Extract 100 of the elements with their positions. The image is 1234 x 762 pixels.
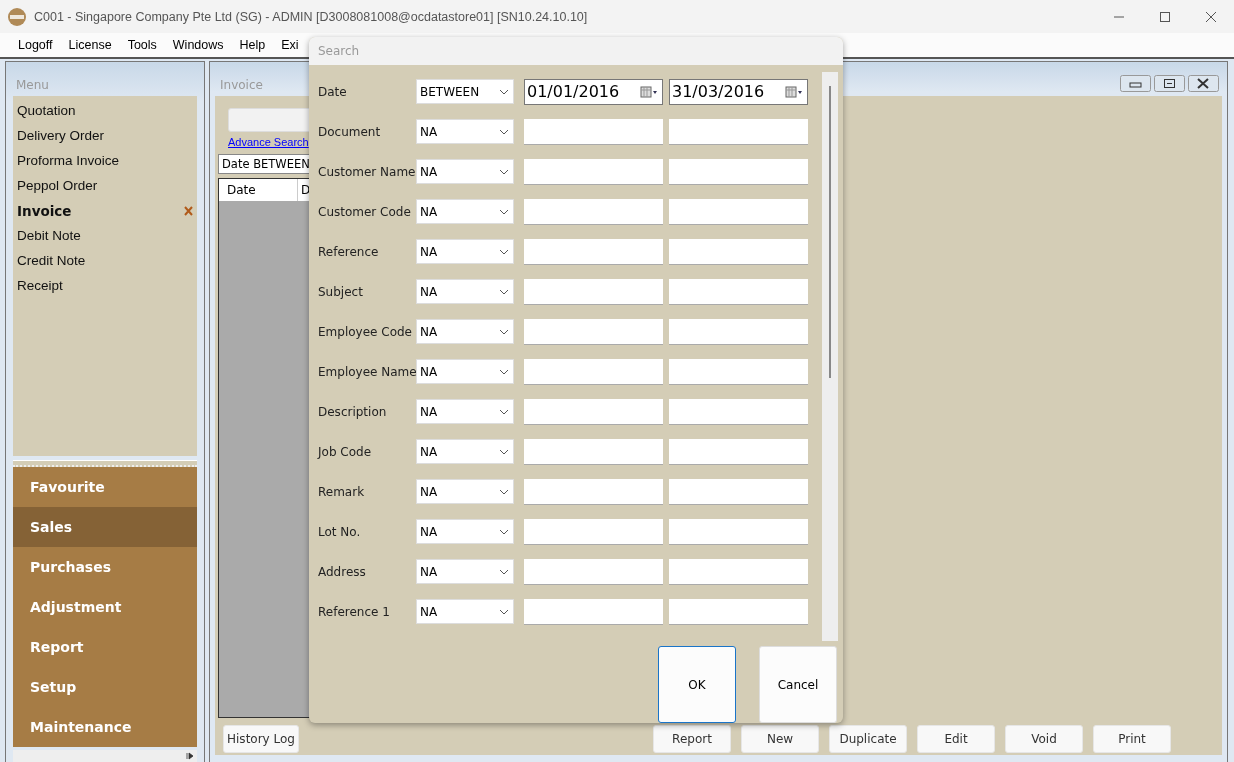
action-button[interactable]: Edit	[917, 725, 995, 753]
date-field[interactable]: 31/03/2016	[669, 78, 808, 105]
chevron-down-icon[interactable]	[499, 608, 509, 615]
input-field[interactable]	[524, 358, 663, 385]
nav-section[interactable]: Favourite	[13, 467, 197, 507]
column-header[interactable]: Date	[219, 179, 298, 201]
input-field[interactable]	[669, 318, 808, 345]
input-field[interactable]	[524, 198, 663, 225]
sidebar-item[interactable]: Invoice	[13, 198, 197, 223]
operator-dropdown[interactable]: NA	[416, 599, 514, 625]
operator-dropdown[interactable]: NA	[416, 479, 514, 505]
input-field[interactable]	[669, 438, 808, 465]
menu-item[interactable]: Exi	[273, 38, 307, 52]
operator-dropdown[interactable]: NA	[416, 199, 514, 225]
input-field[interactable]	[669, 358, 808, 385]
input-field[interactable]	[524, 158, 663, 185]
operator-dropdown[interactable]: NA	[416, 239, 514, 265]
chevron-down-icon[interactable]	[499, 568, 509, 575]
close-icon[interactable]	[1188, 75, 1219, 92]
input-field[interactable]	[524, 398, 663, 425]
input-field[interactable]	[524, 118, 663, 145]
chevron-down-icon[interactable]	[499, 368, 509, 375]
operator-dropdown[interactable]: NA	[416, 559, 514, 585]
operator-dropdown[interactable]: NA	[416, 519, 514, 545]
field-label: Date	[318, 84, 348, 99]
field-label: Remark	[318, 484, 366, 499]
input-field[interactable]	[669, 278, 808, 305]
input-field[interactable]	[669, 478, 808, 505]
calendar-icon[interactable]	[785, 85, 803, 98]
sidebar-item[interactable]: Peppol Order	[13, 173, 197, 198]
dialog-button[interactable]: Cancel	[759, 646, 837, 723]
chevron-down-icon[interactable]	[499, 528, 509, 535]
action-button[interactable]: Report	[653, 725, 731, 753]
input-field[interactable]	[524, 278, 663, 305]
operator-dropdown[interactable]: NA	[416, 359, 514, 385]
nav-section[interactable]: Purchases	[13, 547, 197, 587]
calendar-icon[interactable]	[640, 85, 658, 98]
chevron-down-icon[interactable]	[499, 208, 509, 215]
operator-dropdown[interactable]: NA	[416, 119, 514, 145]
menu-item[interactable]: Windows	[164, 38, 232, 52]
history-log-button[interactable]: History Log	[223, 725, 299, 753]
sidebar-item[interactable]: Proforma Invoice	[13, 148, 197, 173]
chevron-down-icon[interactable]	[499, 408, 509, 415]
input-field[interactable]	[669, 198, 808, 225]
field-label: Lot No.	[318, 524, 362, 539]
chevron-down-icon[interactable]	[499, 488, 509, 495]
input-field[interactable]	[524, 518, 663, 545]
chevron-down-icon[interactable]	[499, 88, 509, 95]
input-field[interactable]	[524, 598, 663, 625]
input-field[interactable]	[669, 598, 808, 625]
input-field[interactable]	[669, 118, 808, 145]
input-field[interactable]	[669, 558, 808, 585]
operator-dropdown[interactable]: NA	[416, 439, 514, 465]
scroll-bar[interactable]	[822, 71, 838, 641]
sidebar-item[interactable]: Delivery Order	[13, 123, 197, 148]
operator-dropdown[interactable]: NA	[416, 319, 514, 345]
nav-section[interactable]: Adjustment	[13, 587, 197, 627]
dialog-button[interactable]: OK	[658, 646, 736, 723]
input-field[interactable]	[524, 318, 663, 345]
sidebar-item[interactable]: Credit Note	[13, 248, 197, 273]
menu-item[interactable]: Logoff	[10, 38, 61, 52]
operator-dropdown[interactable]: NA	[416, 159, 514, 185]
input-field[interactable]	[524, 438, 663, 465]
action-button[interactable]: Print	[1093, 725, 1171, 753]
nav-section[interactable]: Setup	[13, 667, 197, 707]
menu-item[interactable]: Help	[231, 38, 274, 52]
date-field[interactable]: 01/01/2016	[524, 78, 663, 105]
nav-section[interactable]: Sales	[13, 507, 197, 547]
chevron-down-icon[interactable]	[499, 328, 509, 335]
sidebar-item[interactable]: Debit Note	[13, 223, 197, 248]
action-button[interactable]: New	[741, 725, 819, 753]
chevron-down-icon[interactable]	[499, 128, 509, 135]
splitter[interactable]	[13, 460, 197, 467]
input-field[interactable]	[524, 238, 663, 265]
input-field[interactable]	[524, 478, 663, 505]
scroll-bar[interactable]	[13, 750, 197, 762]
chevron-down-icon[interactable]	[499, 248, 509, 255]
nav-section[interactable]: Report	[13, 627, 197, 667]
chevron-down-icon[interactable]	[499, 168, 509, 175]
panel-title: Menu	[16, 78, 49, 92]
input-field[interactable]	[669, 398, 808, 425]
input-field[interactable]	[669, 238, 808, 265]
panel-title: Invoice	[220, 78, 263, 92]
chevron-down-icon[interactable]	[499, 288, 509, 295]
chevron-down-icon[interactable]	[499, 448, 509, 455]
action-button[interactable]: Duplicate	[829, 725, 907, 753]
operator-dropdown[interactable]: NA	[416, 399, 514, 425]
operator-dropdown[interactable]: NA	[416, 279, 514, 305]
input-field[interactable]	[669, 158, 808, 185]
nav-section[interactable]: Maintenance	[13, 707, 197, 747]
menu-item[interactable]: License	[60, 38, 120, 52]
menu-item[interactable]: Tools	[119, 38, 165, 52]
operator-dropdown[interactable]: BETWEEN	[416, 79, 514, 105]
sidebar-item[interactable]: Receipt	[13, 273, 197, 298]
input-field[interactable]	[524, 558, 663, 585]
restore-icon[interactable]	[1154, 75, 1185, 92]
action-button[interactable]: Void	[1005, 725, 1083, 753]
advance-search-link[interactable]: Advance Search	[228, 136, 309, 148]
sidebar-item[interactable]: Quotation	[13, 98, 197, 123]
input-field[interactable]	[669, 518, 808, 545]
